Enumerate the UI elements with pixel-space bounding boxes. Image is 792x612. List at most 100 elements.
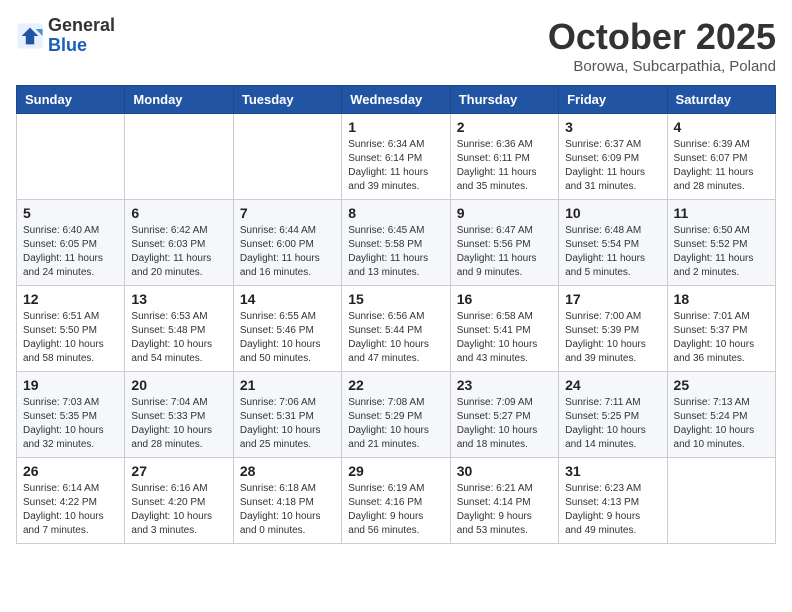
day-number: 2: [457, 119, 552, 135]
day-info: Sunrise: 6:16 AM Sunset: 4:20 PM Dayligh…: [131, 482, 226, 538]
day-number: 10: [565, 205, 660, 221]
day-info: Sunrise: 6:34 AM Sunset: 6:14 PM Dayligh…: [348, 138, 443, 194]
calendar-day-cell: 15Sunrise: 6:56 AM Sunset: 5:44 PM Dayli…: [342, 286, 450, 372]
day-number: 4: [674, 119, 769, 135]
day-number: 23: [457, 377, 552, 393]
calendar-week-row: 5Sunrise: 6:40 AM Sunset: 6:05 PM Daylig…: [17, 200, 776, 286]
day-info: Sunrise: 6:55 AM Sunset: 5:46 PM Dayligh…: [240, 310, 335, 366]
day-info: Sunrise: 6:58 AM Sunset: 5:41 PM Dayligh…: [457, 310, 552, 366]
calendar-day-cell: 19Sunrise: 7:03 AM Sunset: 5:35 PM Dayli…: [17, 372, 125, 458]
day-number: 31: [565, 463, 660, 479]
calendar-day-cell: 11 Sunrise: 6:50 AM Sunset: 5:52 PM Dayli…: [667, 200, 775, 286]
day-info: Sunrise: 6:45 AM Sunset: 5:58 PM Dayligh…: [348, 224, 443, 280]
day-number: 13: [131, 291, 226, 307]
day-info: Sunrise: 6:23 AM Sunset: 4:13 PM Dayligh…: [565, 482, 660, 538]
calendar-day-cell: 22 Sunrise: 7:08 AM Sunset: 5:29 PM Dayli…: [342, 372, 450, 458]
day-info: Sunrise: 6:18 AM Sunset: 4:18 PM Dayligh…: [240, 482, 335, 538]
calendar-day-cell: 25 Sunrise: 7:13 AM Sunset: 5:24 PM Dayli…: [667, 372, 775, 458]
logo-blue: Blue: [48, 35, 87, 55]
day-info: Sunrise: 6:51 AM Sunset: 5:50 PM Dayligh…: [23, 310, 118, 366]
logo-icon: [16, 22, 44, 50]
calendar-day-cell: 30 Sunrise: 6:21 AM Sunset: 4:14 PM Dayli…: [450, 458, 558, 544]
day-number: 22: [348, 377, 443, 393]
day-number: 12: [23, 291, 118, 307]
weekday-header: Friday: [559, 86, 667, 114]
calendar-day-cell: 26Sunrise: 6:14 AM Sunset: 4:22 PM Dayli…: [17, 458, 125, 544]
calendar-day-cell: 18 Sunrise: 7:01 AM Sunset: 5:37 PM Dayli…: [667, 286, 775, 372]
day-number: 16: [457, 291, 552, 307]
weekday-header: Tuesday: [233, 86, 341, 114]
day-info: Sunrise: 7:03 AM Sunset: 5:35 PM Dayligh…: [23, 396, 118, 452]
location: Borowa, Subcarpathia, Poland: [548, 58, 776, 75]
day-info: Sunrise: 6:53 AM Sunset: 5:48 PM Dayligh…: [131, 310, 226, 366]
calendar-day-cell: 9Sunrise: 6:47 AM Sunset: 5:56 PM Daylig…: [450, 200, 558, 286]
day-info: Sunrise: 6:42 AM Sunset: 6:03 PM Dayligh…: [131, 224, 226, 280]
day-info: Sunrise: 6:50 AM Sunset: 5:52 PM Dayligh…: [674, 224, 769, 280]
calendar-day-cell: 28 Sunrise: 6:18 AM Sunset: 4:18 PM Dayli…: [233, 458, 341, 544]
day-info: Sunrise: 6:14 AM Sunset: 4:22 PM Dayligh…: [23, 482, 118, 538]
day-info: Sunrise: 7:06 AM Sunset: 5:31 PM Dayligh…: [240, 396, 335, 452]
calendar-day-cell: [233, 114, 341, 200]
day-number: 25: [674, 377, 769, 393]
day-info: Sunrise: 6:48 AM Sunset: 5:54 PM Dayligh…: [565, 224, 660, 280]
month-title: October 2025: [548, 16, 776, 58]
calendar-week-row: 12 Sunrise: 6:51 AM Sunset: 5:50 PM Dayli…: [17, 286, 776, 372]
calendar-day-cell: 16 Sunrise: 6:58 AM Sunset: 5:41 PM Dayli…: [450, 286, 558, 372]
day-number: 6: [131, 205, 226, 221]
calendar-day-cell: 27 Sunrise: 6:16 AM Sunset: 4:20 PM Dayli…: [125, 458, 233, 544]
calendar-day-cell: 13 Sunrise: 6:53 AM Sunset: 5:48 PM Dayli…: [125, 286, 233, 372]
day-number: 1: [348, 119, 443, 135]
day-info: Sunrise: 6:37 AM Sunset: 6:09 PM Dayligh…: [565, 138, 660, 194]
calendar-day-cell: [667, 458, 775, 544]
day-number: 5: [23, 205, 118, 221]
calendar-day-cell: [125, 114, 233, 200]
calendar-day-cell: 17 Sunrise: 7:00 AM Sunset: 5:39 PM Dayli…: [559, 286, 667, 372]
calendar-week-row: 19Sunrise: 7:03 AM Sunset: 5:35 PM Dayli…: [17, 372, 776, 458]
calendar-day-cell: 5Sunrise: 6:40 AM Sunset: 6:05 PM Daylig…: [17, 200, 125, 286]
calendar-day-cell: 31 Sunrise: 6:23 AM Sunset: 4:13 PM Dayli…: [559, 458, 667, 544]
calendar-day-cell: 20Sunrise: 7:04 AM Sunset: 5:33 PM Dayli…: [125, 372, 233, 458]
calendar-week-row: 1 Sunrise: 6:34 AM Sunset: 6:14 PM Daylig…: [17, 114, 776, 200]
day-number: 18: [674, 291, 769, 307]
calendar-day-cell: 2Sunrise: 6:36 AM Sunset: 6:11 PM Daylig…: [450, 114, 558, 200]
day-number: 7: [240, 205, 335, 221]
day-info: Sunrise: 6:21 AM Sunset: 4:14 PM Dayligh…: [457, 482, 552, 538]
weekday-header: Monday: [125, 86, 233, 114]
day-number: 21: [240, 377, 335, 393]
weekday-header: Thursday: [450, 86, 558, 114]
day-number: 11: [674, 205, 769, 221]
day-info: Sunrise: 7:08 AM Sunset: 5:29 PM Dayligh…: [348, 396, 443, 452]
calendar-day-cell: 12 Sunrise: 6:51 AM Sunset: 5:50 PM Dayli…: [17, 286, 125, 372]
weekday-header: Wednesday: [342, 86, 450, 114]
day-number: 24: [565, 377, 660, 393]
calendar-day-cell: 14 Sunrise: 6:55 AM Sunset: 5:46 PM Dayli…: [233, 286, 341, 372]
day-info: Sunrise: 7:13 AM Sunset: 5:24 PM Dayligh…: [674, 396, 769, 452]
day-number: 28: [240, 463, 335, 479]
day-number: 30: [457, 463, 552, 479]
day-number: 14: [240, 291, 335, 307]
day-info: Sunrise: 7:11 AM Sunset: 5:25 PM Dayligh…: [565, 396, 660, 452]
day-info: Sunrise: 7:01 AM Sunset: 5:37 PM Dayligh…: [674, 310, 769, 366]
day-info: Sunrise: 6:56 AM Sunset: 5:44 PM Dayligh…: [348, 310, 443, 366]
logo: General Blue: [16, 16, 115, 56]
day-info: Sunrise: 6:19 AM Sunset: 4:16 PM Dayligh…: [348, 482, 443, 538]
calendar-day-cell: 24 Sunrise: 7:11 AM Sunset: 5:25 PM Dayli…: [559, 372, 667, 458]
calendar-day-cell: 7Sunrise: 6:44 AM Sunset: 6:00 PM Daylig…: [233, 200, 341, 286]
logo-general: General: [48, 15, 115, 35]
calendar-day-cell: [17, 114, 125, 200]
calendar-header: SundayMondayTuesdayWednesdayThursdayFrid…: [17, 86, 776, 114]
calendar-week-row: 26Sunrise: 6:14 AM Sunset: 4:22 PM Dayli…: [17, 458, 776, 544]
day-number: 17: [565, 291, 660, 307]
day-number: 27: [131, 463, 226, 479]
weekday-header: Saturday: [667, 86, 775, 114]
day-info: Sunrise: 7:04 AM Sunset: 5:33 PM Dayligh…: [131, 396, 226, 452]
day-info: Sunrise: 7:00 AM Sunset: 5:39 PM Dayligh…: [565, 310, 660, 366]
calendar-day-cell: 23 Sunrise: 7:09 AM Sunset: 5:27 PM Dayli…: [450, 372, 558, 458]
day-info: Sunrise: 7:09 AM Sunset: 5:27 PM Dayligh…: [457, 396, 552, 452]
calendar-body: 1 Sunrise: 6:34 AM Sunset: 6:14 PM Daylig…: [17, 114, 776, 544]
calendar-day-cell: 3Sunrise: 6:37 AM Sunset: 6:09 PM Daylig…: [559, 114, 667, 200]
calendar-day-cell: 6 Sunrise: 6:42 AM Sunset: 6:03 PM Daylig…: [125, 200, 233, 286]
day-number: 29: [348, 463, 443, 479]
calendar-day-cell: 21 Sunrise: 7:06 AM Sunset: 5:31 PM Dayli…: [233, 372, 341, 458]
logo-text: General Blue: [48, 16, 115, 56]
